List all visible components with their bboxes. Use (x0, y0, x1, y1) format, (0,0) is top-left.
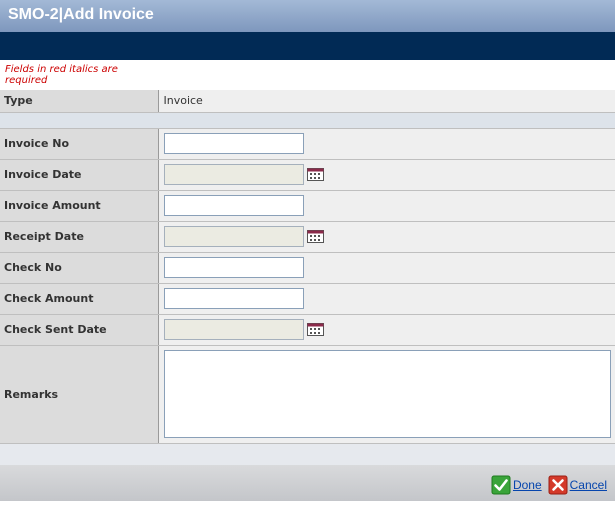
type-value: Invoice (158, 90, 615, 113)
check-sent-date-input[interactable] (163, 319, 304, 340)
check-sent-date-label: Check Sent Date (0, 314, 159, 346)
calendar-icon[interactable] (306, 323, 324, 336)
window-title: SMO-2|Add Invoice (0, 0, 615, 32)
type-label: Type (0, 90, 159, 113)
footer-bar: Done Cancel (0, 464, 615, 501)
invoice-amount-label: Invoice Amount (0, 190, 159, 222)
receipt-date-input[interactable] (163, 226, 304, 247)
cancel-label: Cancel (569, 477, 607, 492)
receipt-date-label: Receipt Date (0, 221, 159, 253)
cancel-button[interactable]: Cancel (548, 475, 607, 495)
invoice-date-label: Invoice Date (0, 159, 159, 191)
invoice-no-input[interactable] (163, 133, 304, 154)
remarks-textarea[interactable] (163, 350, 611, 438)
close-icon (548, 475, 568, 494)
form-bottom-spacer (0, 443, 615, 465)
calendar-icon[interactable] (306, 230, 324, 243)
done-label: Done (512, 477, 542, 492)
invoice-date-input[interactable] (163, 164, 304, 185)
done-button[interactable]: Done (491, 475, 542, 495)
check-amount-input[interactable] (163, 288, 304, 309)
check-no-input[interactable] (163, 257, 304, 278)
nav-bar (0, 32, 615, 60)
section-divider (0, 112, 615, 129)
check-icon (491, 475, 511, 494)
check-no-label: Check No (0, 252, 159, 284)
check-amount-label: Check Amount (0, 283, 159, 315)
required-fields-note: Fields in red italics are required (0, 60, 150, 90)
invoice-amount-input[interactable] (163, 195, 304, 216)
remarks-label: Remarks (0, 345, 159, 444)
footer-actions: Done Cancel (485, 475, 607, 495)
invoice-no-label: Invoice No (0, 128, 159, 160)
calendar-icon[interactable] (306, 168, 324, 181)
invoice-form: Type Invoice Invoice No Invoice Date Inv… (0, 90, 615, 444)
